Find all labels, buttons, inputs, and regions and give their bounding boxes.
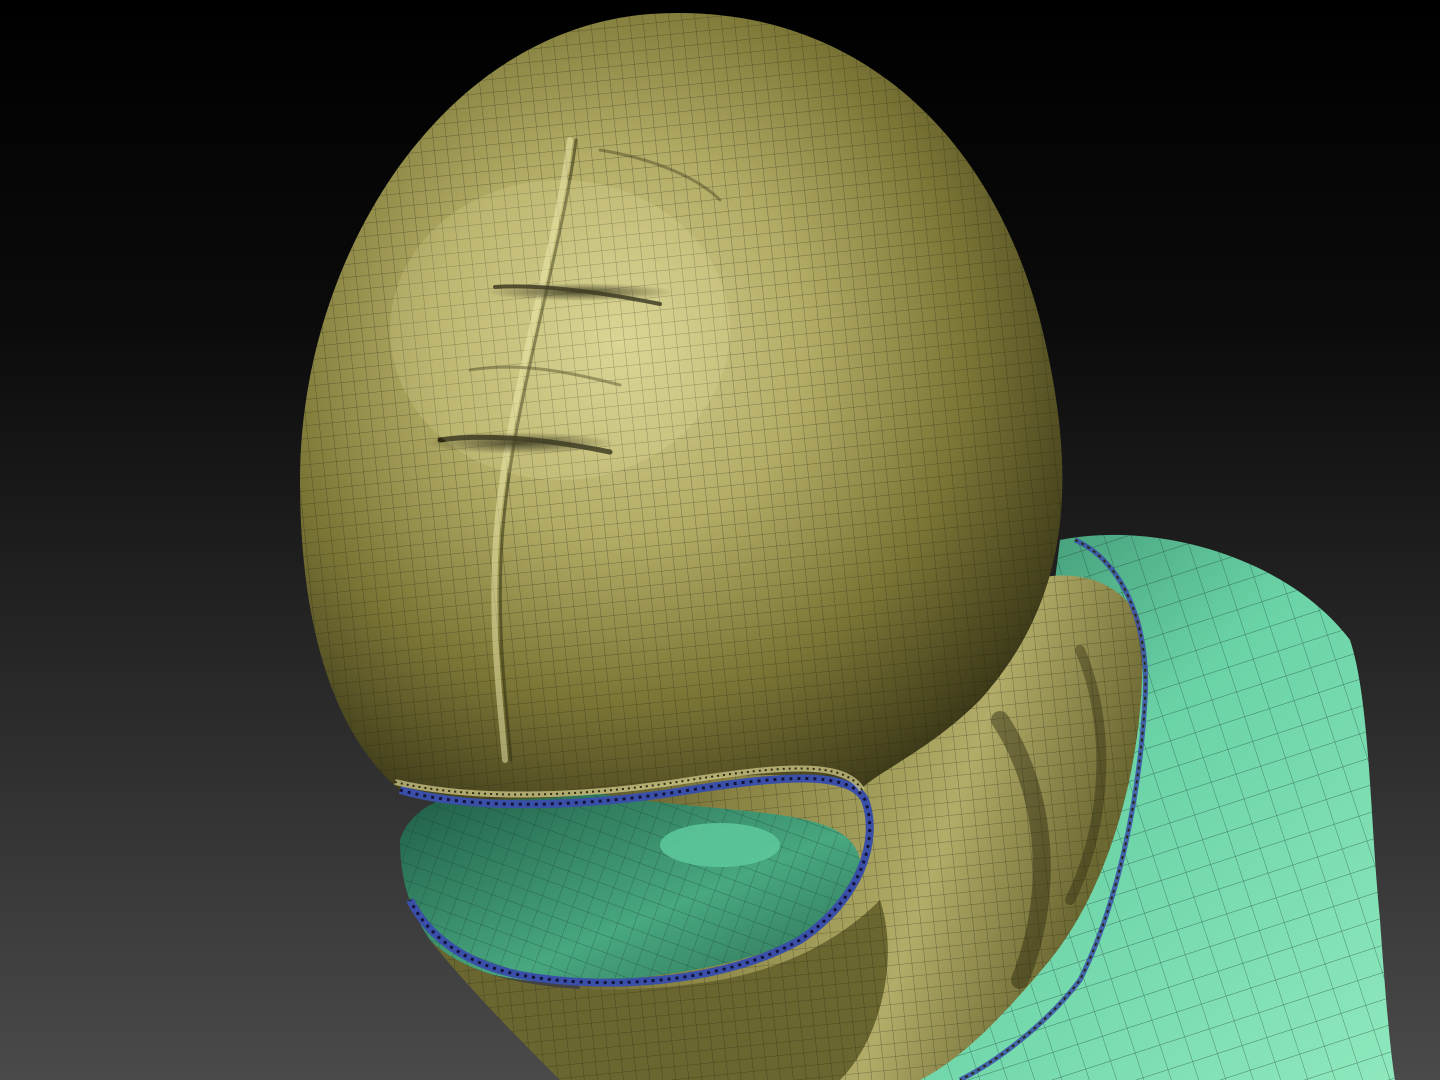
rendered-scene [300,12,1395,1080]
hood-mesh [300,12,1063,800]
3d-viewport[interactable] [0,0,1440,1080]
